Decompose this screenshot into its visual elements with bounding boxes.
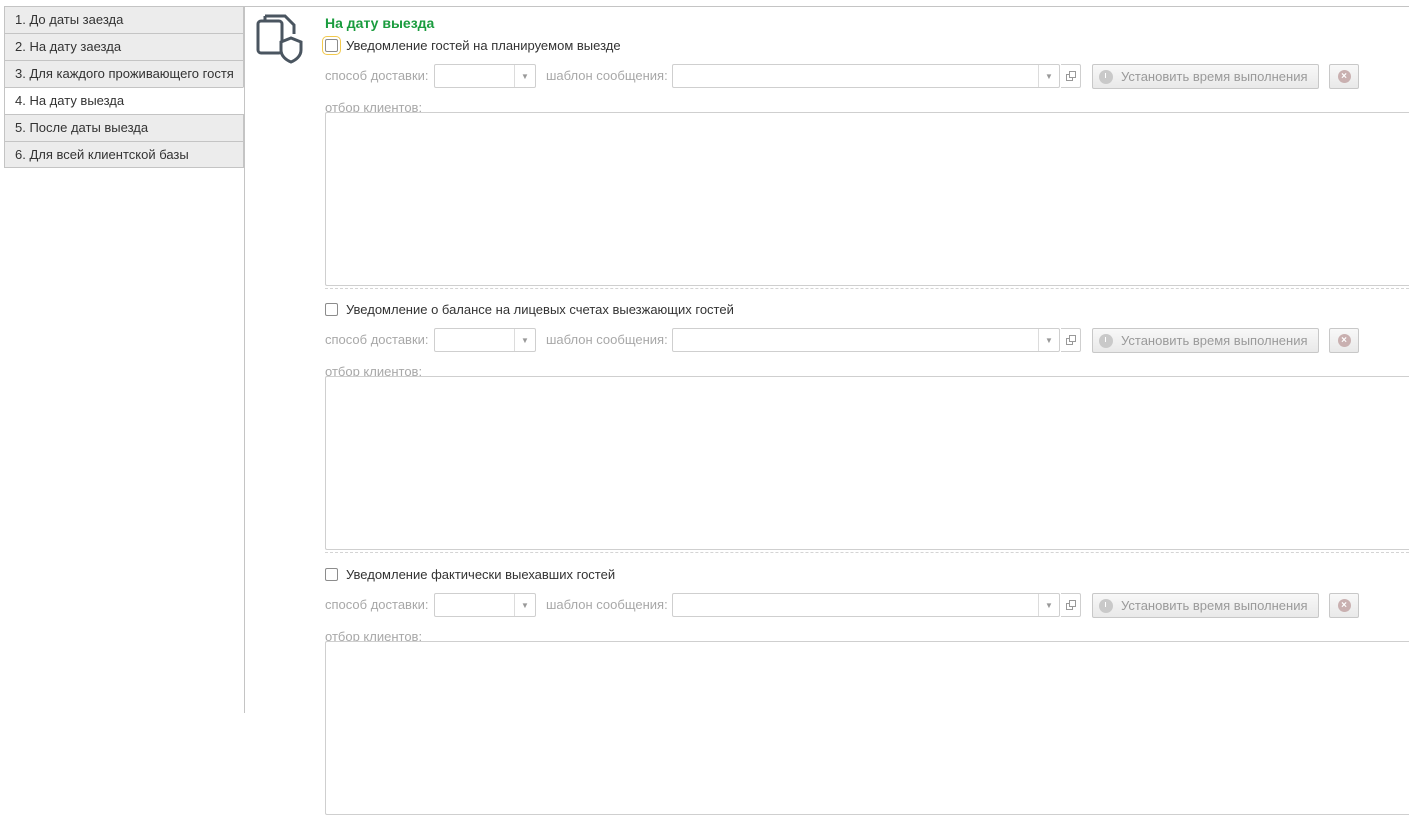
section-divider: [325, 552, 1409, 553]
message-template-select[interactable]: ▼: [672, 64, 1060, 88]
chevron-down-icon[interactable]: ▼: [1038, 329, 1059, 351]
set-execution-time-button[interactable]: Установить время выполнения: [1092, 328, 1319, 353]
chevron-down-icon[interactable]: ▼: [514, 594, 535, 616]
chevron-down-icon[interactable]: ▼: [514, 329, 535, 351]
checkbox-label[interactable]: Уведомление гостей на планируемом выезде: [346, 38, 621, 53]
clock-icon: [1099, 69, 1113, 84]
controls-row: способ доставки: ▼ шаблон сообщения: ▼ У…: [325, 64, 1409, 89]
delivery-method-label: способ доставки:: [325, 332, 429, 347]
client-filter-area[interactable]: [325, 641, 1409, 815]
panel-top-border: [244, 6, 1409, 7]
close-icon: ×: [1337, 70, 1351, 83]
chevron-down-icon[interactable]: ▼: [1038, 594, 1059, 616]
notification-section-balance: Уведомление о балансе на лицевых счетах …: [325, 300, 1409, 564]
controls-row: способ доставки: ▼ шаблон сообщения: ▼ У…: [325, 328, 1409, 353]
message-template-label: шаблон сообщения:: [546, 68, 668, 83]
page-title: На дату выезда: [325, 15, 435, 31]
tab-arrival-date[interactable]: 2. На дату заезда: [4, 33, 244, 60]
notification-section-actual-departure: Уведомление фактически выехавших гостей …: [325, 565, 1409, 829]
set-execution-time-button[interactable]: Установить время выполнения: [1092, 593, 1319, 618]
tab-list: 1. До даты заезда 2. На дату заезда 3. Д…: [4, 6, 244, 168]
documents-shield-icon: [254, 14, 304, 66]
set-execution-time-label: Установить время выполнения: [1121, 333, 1308, 348]
checkbox-label[interactable]: Уведомление о балансе на лицевых счетах …: [346, 302, 734, 317]
message-template-label: шаблон сообщения:: [546, 597, 668, 612]
delivery-method-label: способ доставки:: [325, 597, 429, 612]
delivery-method-label: способ доставки:: [325, 68, 429, 83]
checkbox-label[interactable]: Уведомление фактически выехавших гостей: [346, 567, 615, 582]
tab-each-guest[interactable]: 3. Для каждого проживающего гостя: [4, 60, 244, 87]
delivery-method-select[interactable]: ▼: [434, 593, 536, 617]
tab-before-arrival[interactable]: 1. До даты заезда: [4, 6, 244, 33]
chevron-down-icon[interactable]: ▼: [1038, 65, 1059, 87]
notify-actual-departure-checkbox[interactable]: [325, 567, 338, 581]
set-execution-time-label: Установить время выполнения: [1121, 69, 1308, 84]
notify-planned-departure-checkbox[interactable]: [322, 35, 341, 55]
delivery-method-select[interactable]: ▼: [434, 64, 536, 88]
checkbox-row: Уведомление о балансе на лицевых счетах …: [325, 300, 734, 318]
tab-departure-date[interactable]: 4. На дату выезда: [4, 87, 244, 114]
message-template-select[interactable]: ▼: [672, 593, 1060, 617]
checkbox-row: Уведомление гостей на планируемом выезде: [322, 35, 621, 55]
panel-divider: [244, 6, 245, 713]
controls-row: способ доставки: ▼ шаблон сообщения: ▼ У…: [325, 593, 1409, 618]
tab-all-clients[interactable]: 6. Для всей клиентской базы: [4, 141, 244, 168]
section-divider: [325, 288, 1409, 289]
message-template-label: шаблон сообщения:: [546, 332, 668, 347]
client-filter-area[interactable]: [325, 376, 1409, 550]
message-template-select[interactable]: ▼: [672, 328, 1060, 352]
set-execution-time-button[interactable]: Установить время выполнения: [1092, 64, 1319, 89]
clock-icon: [1099, 333, 1113, 348]
checkbox-row: Уведомление фактически выехавших гостей: [325, 565, 615, 583]
close-icon: ×: [1337, 599, 1351, 612]
notification-section-planned-departure: Уведомление гостей на планируемом выезде…: [322, 35, 1409, 300]
chevron-down-icon[interactable]: ▼: [514, 65, 535, 87]
notify-balance-checkbox[interactable]: [325, 302, 338, 316]
delivery-method-select[interactable]: ▼: [434, 328, 536, 352]
open-template-icon[interactable]: [1061, 328, 1081, 352]
open-template-icon[interactable]: [1061, 593, 1081, 617]
clear-button[interactable]: ×: [1329, 328, 1359, 353]
tab-after-departure[interactable]: 5. После даты выезда: [4, 114, 244, 141]
client-filter-area[interactable]: [325, 112, 1409, 286]
set-execution-time-label: Установить время выполнения: [1121, 598, 1308, 613]
close-icon: ×: [1337, 334, 1351, 347]
clock-icon: [1099, 598, 1113, 613]
clear-button[interactable]: ×: [1329, 593, 1359, 618]
clear-button[interactable]: ×: [1329, 64, 1359, 89]
open-template-icon[interactable]: [1061, 64, 1081, 88]
